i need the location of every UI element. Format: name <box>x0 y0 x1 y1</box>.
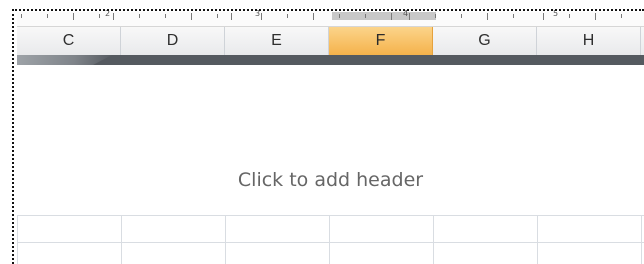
ruler-selection-highlight <box>332 12 436 20</box>
add-header-placeholder[interactable]: Click to add header <box>17 169 644 191</box>
grid-column-line <box>17 215 18 264</box>
column-header-g[interactable]: G <box>433 27 537 55</box>
grid-column-line <box>121 215 122 264</box>
page-border-top <box>12 9 644 11</box>
ruler-tick <box>543 13 544 20</box>
column-headers: C D E F G H <box>17 27 644 56</box>
ruler-tick <box>313 13 314 20</box>
grid-row-line <box>17 215 644 216</box>
ruler-tick <box>165 14 166 18</box>
grid-row-line <box>17 242 644 243</box>
column-header-e[interactable]: E <box>225 27 329 55</box>
horizontal-ruler[interactable]: 2 3 4 5 <box>17 9 644 27</box>
ruler-tick <box>99 14 100 18</box>
ruler-tick <box>139 14 140 18</box>
ruler-tick <box>365 14 366 18</box>
page-edge-shadow <box>17 55 112 65</box>
column-header-d[interactable]: D <box>121 27 225 55</box>
ruler-tick <box>217 14 218 18</box>
ruler-tick <box>621 14 622 18</box>
ruler-tick <box>461 14 462 18</box>
grid-column-line <box>433 215 434 264</box>
ruler-tick <box>391 13 392 20</box>
page-layout-view: 2 3 4 5 C D E F G H Click to add header <box>0 0 644 264</box>
worksheet-grid[interactable] <box>17 215 644 264</box>
grid-column-line <box>641 215 642 264</box>
ruler-tick <box>113 13 114 20</box>
ruler-tick <box>73 13 74 20</box>
column-header-h[interactable]: H <box>537 27 641 55</box>
ruler-tick <box>287 14 288 18</box>
ruler-tick <box>409 13 410 20</box>
ruler-tick <box>21 14 22 18</box>
ruler-tick <box>191 13 192 20</box>
grid-column-line <box>329 215 330 264</box>
column-header-c[interactable]: C <box>17 27 121 55</box>
page-top-edge <box>17 55 644 65</box>
grid-column-line <box>537 215 538 264</box>
ruler-tick <box>513 14 514 18</box>
page-header-area[interactable]: Click to add header <box>17 65 644 215</box>
page-border-left <box>12 9 14 264</box>
ruler-tick <box>569 14 570 18</box>
ruler-tick <box>487 13 488 20</box>
column-header-f[interactable]: F <box>329 27 433 55</box>
ruler-tick <box>595 13 596 20</box>
ruler-tick <box>339 14 340 18</box>
ruler-tick <box>47 14 48 18</box>
ruler-tick <box>231 13 232 20</box>
ruler-tick <box>435 14 436 18</box>
grid-column-line <box>225 215 226 264</box>
ruler-tick <box>261 13 262 20</box>
